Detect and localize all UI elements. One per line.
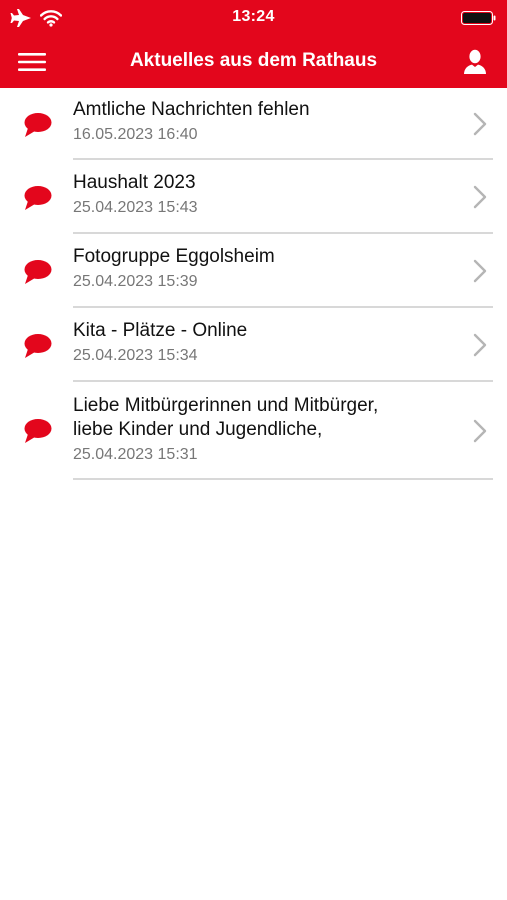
news-item-content: Fotogruppe Eggolsheim 25.04.2023 15:39 xyxy=(73,234,467,292)
news-item-date: 25.04.2023 15:43 xyxy=(73,199,198,216)
chevron-right-icon xyxy=(473,259,487,283)
hamburger-menu-icon[interactable] xyxy=(16,50,48,74)
news-list: Amtliche Nachrichten fehlen 16.05.2023 16… xyxy=(0,88,507,480)
news-item-content: Liebe Mitbürgerinnen und Mitbürger, liebe… xyxy=(73,382,467,465)
news-item-title: Haushalt 2023 xyxy=(73,171,467,195)
news-item-title-line: Kita - Plätze - Online xyxy=(73,320,248,341)
speech-bubble-icon xyxy=(24,113,52,137)
news-item-title-line: liebe Kinder und Jugendliche, xyxy=(73,419,323,440)
chevron-right-icon xyxy=(473,333,487,357)
news-list-item[interactable]: Kita - Plätze - Online 25.04.2023 15:34 xyxy=(0,308,507,382)
news-item-title: Kita - Plätze - Online xyxy=(73,319,467,343)
news-item-title-line: Liebe Mitbürgerinnen und Mitbürger, xyxy=(73,395,379,416)
news-list-item[interactable]: Amtliche Nachrichten fehlen 16.05.2023 16… xyxy=(0,88,507,160)
news-item-content: Amtliche Nachrichten fehlen 16.05.2023 16… xyxy=(73,88,467,145)
news-item-title: Amtliche Nachrichten fehlen xyxy=(73,98,467,122)
news-list-item[interactable]: Haushalt 2023 25.04.2023 15:43 xyxy=(0,160,507,234)
news-item-date: 25.04.2023 15:39 xyxy=(73,273,198,290)
news-item-title: Fotogruppe Eggolsheim xyxy=(73,245,467,269)
news-item-title-line: Amtliche Nachrichten fehlen xyxy=(73,99,310,120)
speech-bubble-icon xyxy=(24,186,52,210)
battery-icon xyxy=(461,11,496,25)
page-title: Aktuelles aus dem Rathaus xyxy=(129,50,378,71)
chevron-right-icon xyxy=(473,185,487,209)
chevron-right-icon xyxy=(473,419,487,443)
chevron-right-icon xyxy=(473,112,487,136)
speech-bubble-icon xyxy=(24,419,52,443)
news-item-title: Liebe Mitbürgerinnen und Mitbürger, liebe… xyxy=(73,394,467,442)
news-list-item[interactable]: Liebe Mitbürgerinnen und Mitbürger, liebe… xyxy=(0,382,507,480)
speech-bubble-icon xyxy=(24,334,52,358)
news-item-date: 16.05.2023 16:40 xyxy=(73,126,198,143)
speech-bubble-icon xyxy=(24,260,52,284)
news-item-content: Kita - Plätze - Online 25.04.2023 15:34 xyxy=(73,308,467,366)
news-item-date: 25.04.2023 15:34 xyxy=(73,347,198,364)
app-header: 13:24 Aktuelles aus dem Rathaus xyxy=(0,0,507,88)
news-item-date: 25.04.2023 15:31 xyxy=(73,446,198,463)
news-item-title-line: Fotogruppe Eggolsheim xyxy=(73,246,275,267)
news-item-title-line: Haushalt 2023 xyxy=(73,172,196,193)
news-list-item[interactable]: Fotogruppe Eggolsheim 25.04.2023 15:39 xyxy=(0,234,507,308)
navigation-bar: Aktuelles aus dem Rathaus xyxy=(0,36,507,88)
user-icon[interactable] xyxy=(461,48,489,76)
status-time: 13:24 xyxy=(232,8,275,25)
news-item-content: Haushalt 2023 25.04.2023 15:43 xyxy=(73,160,467,218)
row-divider xyxy=(73,478,493,480)
app-screen: 13:24 Aktuelles aus dem Rathaus Amtliche… xyxy=(0,0,507,900)
status-bar: 13:24 xyxy=(0,0,507,36)
